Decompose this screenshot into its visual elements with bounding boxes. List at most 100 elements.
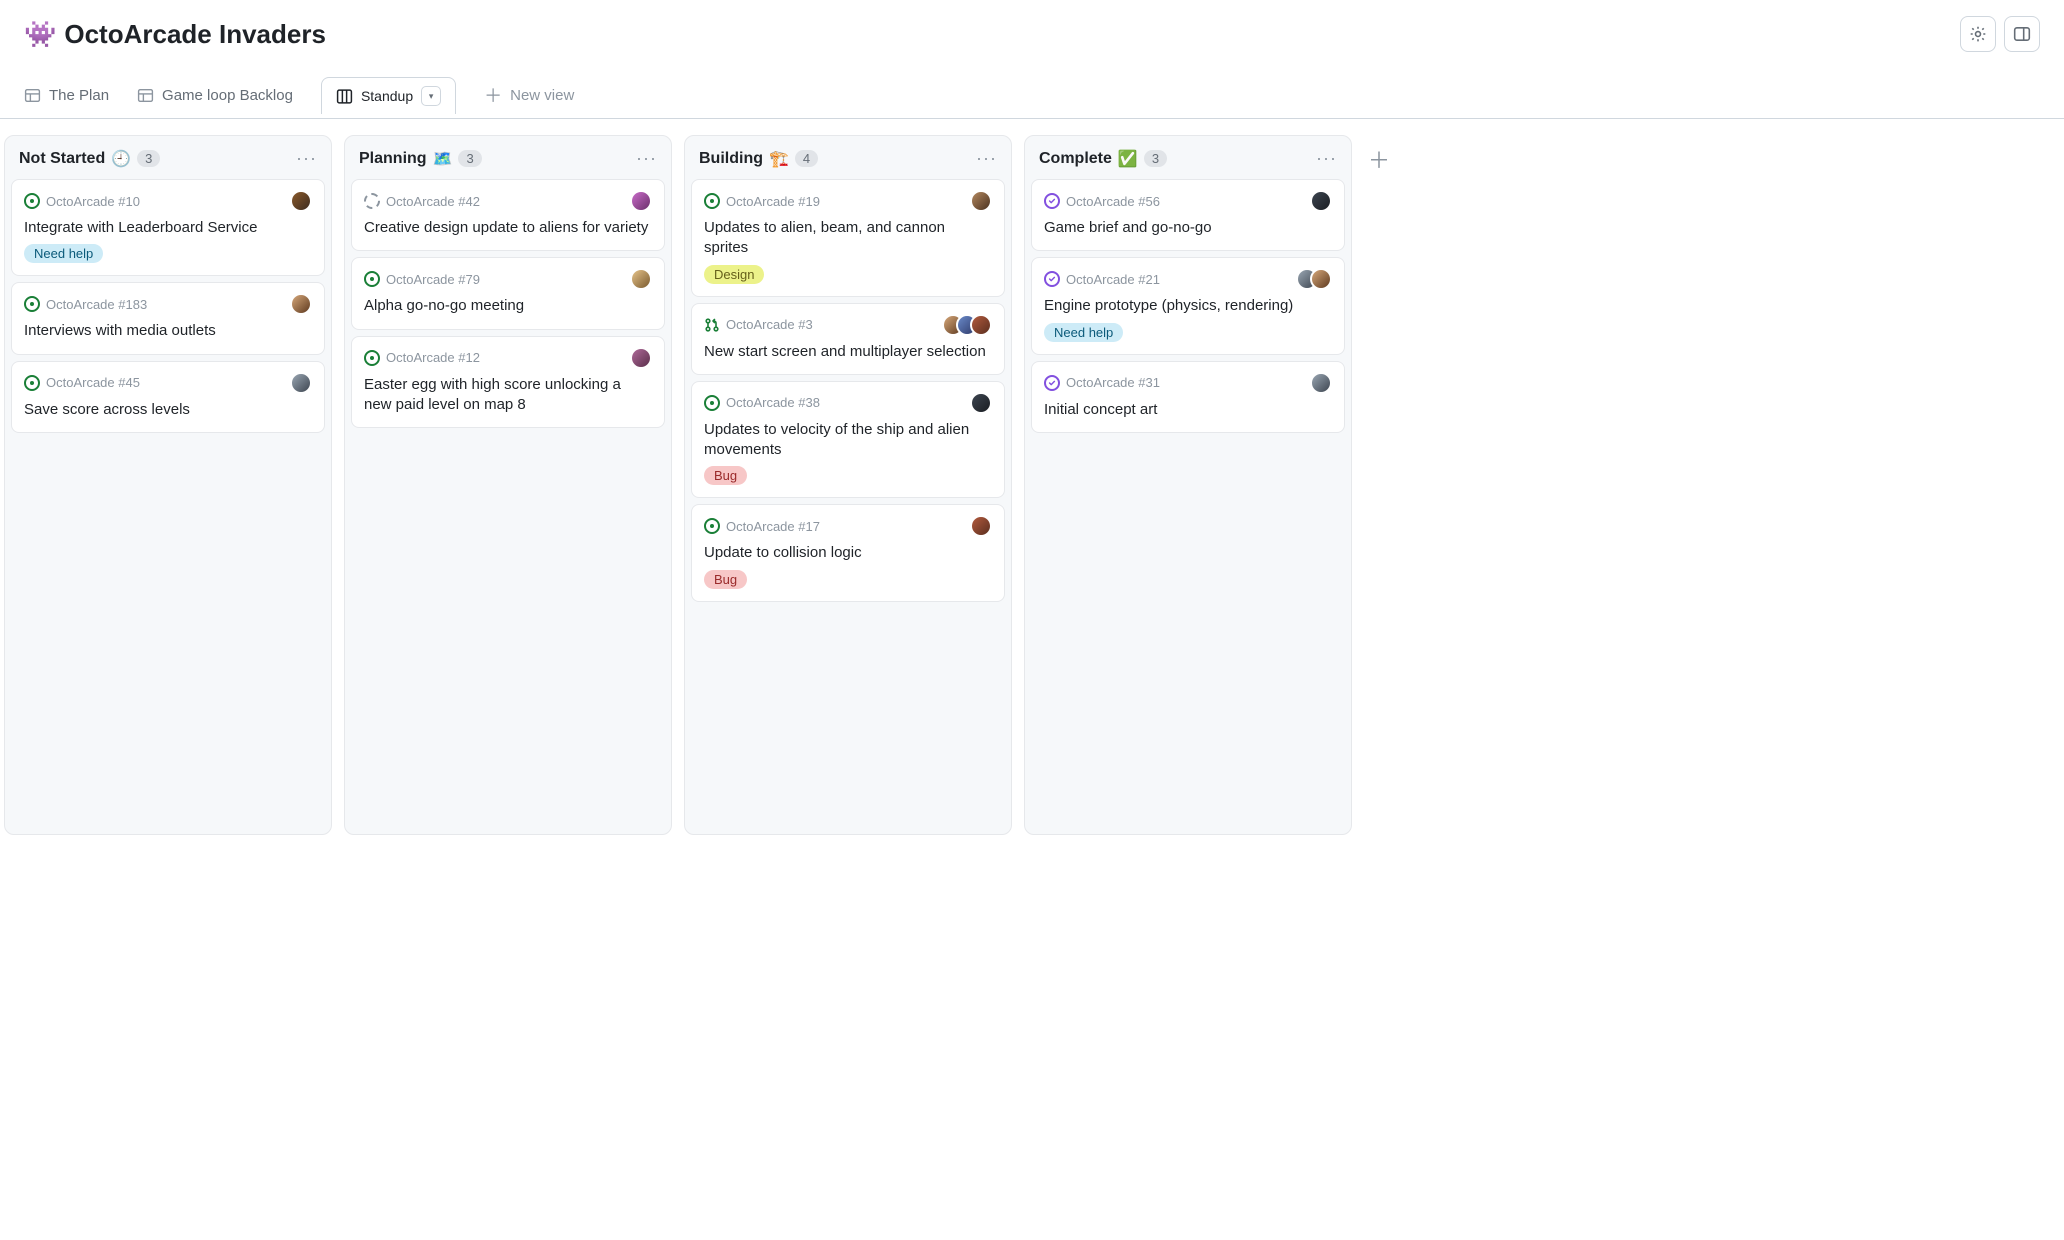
issue-card[interactable]: OctoArcade #21 Engine prototype (physics,… xyxy=(1031,257,1345,354)
add-column-button[interactable]: ＋ xyxy=(1364,135,1394,175)
issue-open-icon xyxy=(704,395,720,411)
gear-icon xyxy=(1969,25,1987,43)
issue-open-icon xyxy=(24,375,40,391)
kebab-icon: ··· xyxy=(296,148,317,168)
issue-card[interactable]: OctoArcade #17 Update to collision logic B… xyxy=(691,504,1005,601)
card-reference: OctoArcade #183 xyxy=(46,297,147,312)
tab-label: The Plan xyxy=(49,87,109,104)
table-icon xyxy=(24,87,41,104)
card-labels: Design xyxy=(704,265,992,284)
project-title: OctoArcade Invaders xyxy=(64,19,326,50)
column-count: 3 xyxy=(1144,150,1167,167)
column-count: 3 xyxy=(137,150,160,167)
avatar xyxy=(290,190,312,212)
board-column: Complete✅3···OctoArcade #56Game brief an… xyxy=(1024,135,1352,835)
card-title: Initial concept art xyxy=(1044,400,1332,420)
card-title: Engine prototype (physics, rendering) xyxy=(1044,296,1332,316)
issue-label: Bug xyxy=(704,570,747,589)
issue-card[interactable]: OctoArcade #3New start screen and multip… xyxy=(691,303,1005,375)
tab-standup[interactable]: Standup ▾ xyxy=(321,77,456,114)
card-title: Easter egg with high score unlocking a n… xyxy=(364,375,652,416)
issue-card[interactable]: OctoArcade #19Updates to alien, beam, an… xyxy=(691,179,1005,297)
kanban-board: Not Started🕘3···OctoArcade #10Integrate … xyxy=(0,119,2064,851)
card-reference: OctoArcade #38 xyxy=(726,395,820,410)
issue-label: Need help xyxy=(1044,323,1123,342)
card-assignees xyxy=(1310,190,1332,212)
column-title: Planning xyxy=(359,150,427,168)
card-title: Update to collision logic xyxy=(704,543,992,563)
kebab-icon: ··· xyxy=(636,148,657,168)
issue-closed-icon xyxy=(1044,375,1060,391)
issue-label: Bug xyxy=(704,466,747,485)
card-labels: Bug xyxy=(704,466,992,485)
plus-icon: ＋ xyxy=(484,82,502,108)
card-assignees xyxy=(970,190,992,212)
column-cards: OctoArcade #56Game brief and go-no-goOct… xyxy=(1029,177,1347,435)
card-assignees xyxy=(630,190,652,212)
board-icon xyxy=(336,88,353,105)
issue-card[interactable]: OctoArcade #56Game brief and go-no-go xyxy=(1031,179,1345,251)
card-title: Creative design update to aliens for var… xyxy=(364,218,652,238)
issue-card[interactable]: OctoArcade #79 Alpha go-no-go meeting xyxy=(351,257,665,329)
kebab-icon: ··· xyxy=(976,148,997,168)
column-title: Building xyxy=(699,150,763,168)
tab-new-view[interactable]: ＋ New view xyxy=(484,72,574,118)
card-reference: OctoArcade #17 xyxy=(726,519,820,534)
issue-open-icon xyxy=(24,193,40,209)
column-count: 3 xyxy=(458,150,481,167)
table-icon xyxy=(137,87,154,104)
issue-card[interactable]: OctoArcade #10Integrate with Leaderboard… xyxy=(11,179,325,276)
card-labels: Need help xyxy=(1044,323,1332,342)
column-menu-button[interactable]: ··· xyxy=(976,148,997,169)
column-cards: OctoArcade #10Integrate with Leaderboard… xyxy=(9,177,327,435)
issue-card[interactable]: OctoArcade #38Updates to velocity of the… xyxy=(691,381,1005,499)
issue-card[interactable]: OctoArcade #183Interviews with media out… xyxy=(11,282,325,354)
card-labels: Bug xyxy=(704,570,992,589)
board-column: Not Started🕘3···OctoArcade #10Integrate … xyxy=(4,135,332,835)
issue-label: Need help xyxy=(24,244,103,263)
kebab-icon: ··· xyxy=(1316,148,1337,168)
avatar xyxy=(1310,372,1332,394)
settings-button[interactable] xyxy=(1960,16,1996,52)
card-title: Integrate with Leaderboard Service xyxy=(24,218,312,238)
column-emoji: 🏗️ xyxy=(769,149,789,169)
card-reference: OctoArcade #21 xyxy=(1066,272,1160,287)
column-emoji: ✅ xyxy=(1118,149,1138,169)
issue-card[interactable]: OctoArcade #45Save score across levels xyxy=(11,361,325,433)
issue-open-icon xyxy=(704,193,720,209)
issue-card[interactable]: OctoArcade #42Creative design update to … xyxy=(351,179,665,251)
column-cards: OctoArcade #42Creative design update to … xyxy=(349,177,667,430)
tab-dropdown-button[interactable]: ▾ xyxy=(421,86,441,106)
column-header: Planning🗺️3··· xyxy=(349,140,667,177)
issue-open-icon xyxy=(364,350,380,366)
avatar xyxy=(630,190,652,212)
column-header: Building 🏗️ 4 ··· xyxy=(689,140,1007,177)
issue-draft-icon xyxy=(364,193,380,209)
column-menu-button[interactable]: ··· xyxy=(1316,148,1337,169)
card-assignees xyxy=(290,293,312,315)
issue-card[interactable]: OctoArcade #31Initial concept art xyxy=(1031,361,1345,433)
tab-label: Standup xyxy=(361,88,413,104)
panel-toggle-button[interactable] xyxy=(2004,16,2040,52)
card-reference: OctoArcade #3 xyxy=(726,317,813,332)
column-menu-button[interactable]: ··· xyxy=(296,148,317,169)
column-count: 4 xyxy=(795,150,818,167)
column-cards: OctoArcade #19Updates to alien, beam, an… xyxy=(689,177,1007,604)
column-menu-button[interactable]: ··· xyxy=(636,148,657,169)
tab-label: New view xyxy=(510,87,574,104)
column-header: Complete✅3··· xyxy=(1029,140,1347,177)
issue-open-icon xyxy=(704,518,720,534)
card-reference: OctoArcade #79 xyxy=(386,272,480,287)
issue-card[interactable]: OctoArcade #12 Easter egg with high score… xyxy=(351,336,665,429)
issue-label: Design xyxy=(704,265,764,284)
card-title: Alpha go-no-go meeting xyxy=(364,296,652,316)
avatar xyxy=(970,392,992,414)
card-title: Game brief and go-no-go xyxy=(1044,218,1332,238)
avatar xyxy=(630,268,652,290)
board-column: Planning🗺️3···OctoArcade #42Creative des… xyxy=(344,135,672,835)
card-reference: OctoArcade #45 xyxy=(46,375,140,390)
avatar xyxy=(1310,268,1332,290)
tab-backlog[interactable]: Game loop Backlog xyxy=(137,77,293,114)
tab-plan[interactable]: The Plan xyxy=(24,77,109,114)
card-reference: OctoArcade #12 xyxy=(386,350,480,365)
